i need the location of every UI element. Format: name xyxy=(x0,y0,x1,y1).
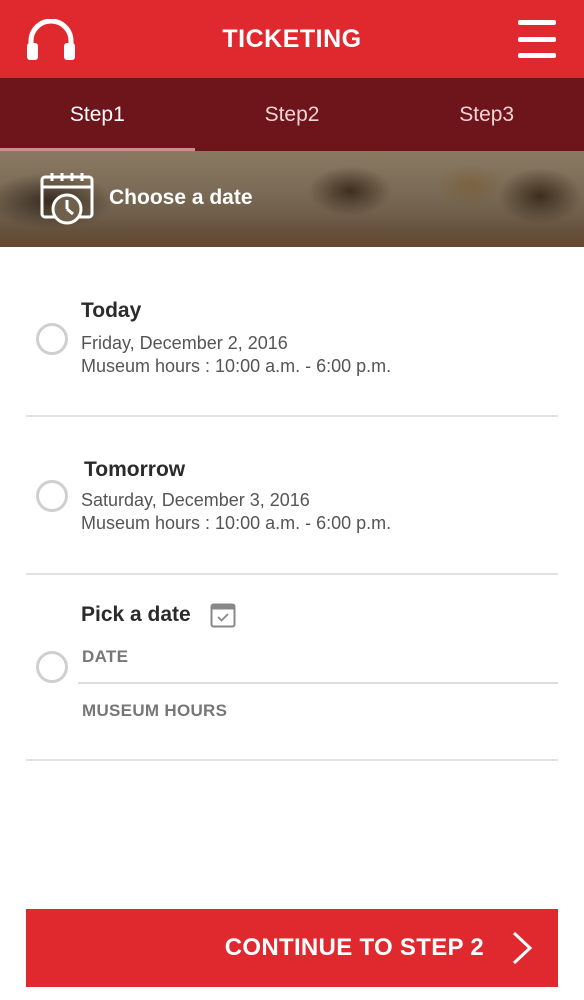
option-date: Saturday, December 3, 2016 xyxy=(81,490,310,510)
radio-tomorrow[interactable] xyxy=(36,480,68,512)
section-title: Choose a date xyxy=(109,186,253,209)
continue-label: CONTINUE TO STEP 2 xyxy=(224,934,484,961)
radio-pick-date[interactable] xyxy=(36,651,68,683)
option-today[interactable]: Today Friday, December 2, 2016 Museum ho… xyxy=(26,247,558,417)
option-date: Friday, December 2, 2016 xyxy=(81,333,288,353)
radio-today[interactable] xyxy=(36,323,68,355)
museum-hours-field: MUSEUM HOURS xyxy=(82,701,228,720)
section-banner: Choose a date xyxy=(0,151,584,247)
chevron-right-icon xyxy=(512,931,533,965)
option-title: Pick a date xyxy=(81,603,191,626)
menu-button[interactable] xyxy=(518,20,556,58)
option-title: Tomorrow xyxy=(84,458,186,481)
headphones-icon xyxy=(27,19,75,60)
option-title: Today xyxy=(81,299,142,322)
calendar-icon[interactable] xyxy=(210,602,236,628)
tab-step3[interactable]: Step3 xyxy=(389,78,584,151)
date-field-underline xyxy=(78,682,558,684)
hamburger-icon xyxy=(518,20,556,25)
calendar-clock-icon xyxy=(40,173,94,225)
date-field[interactable]: DATE xyxy=(82,647,128,667)
option-pick-date[interactable]: Pick a date DATE MUSEUM HOURS xyxy=(26,575,558,761)
option-tomorrow[interactable]: Tomorrow Saturday, December 3, 2016 Muse… xyxy=(26,417,558,575)
step-tabs: Step1 Step2 Step3 xyxy=(0,78,584,151)
audio-guide-button[interactable] xyxy=(24,18,78,62)
tab-step1[interactable]: Step1 xyxy=(0,78,195,151)
option-hours: Museum hours : 10:00 a.m. - 6:00 p.m. xyxy=(81,356,392,376)
option-hours: Museum hours : 10:00 a.m. - 6:00 p.m. xyxy=(81,513,392,533)
app-bar: TICKETING xyxy=(0,0,584,78)
tab-step2[interactable]: Step2 xyxy=(195,78,390,151)
page-title: TICKETING xyxy=(222,24,362,53)
continue-button[interactable]: CONTINUE TO STEP 2 xyxy=(26,909,558,987)
